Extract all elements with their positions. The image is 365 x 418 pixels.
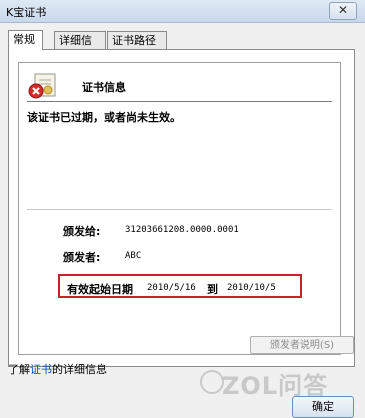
validity-to-label: 到	[207, 283, 218, 296]
learn-more-text: 了解证书的详细信息	[8, 361, 107, 377]
cert-info-heading: 证书信息	[82, 81, 126, 94]
issued-by-value: ABC	[125, 251, 142, 261]
issued-to-value: 31203661208.0000.0001	[125, 225, 239, 235]
cert-error-icon	[28, 73, 56, 99]
validity-label: 有效起始日期	[67, 283, 133, 296]
cert-info-box: 证书信息 该证书已过期，或者尚未生效。 颁发给: 31203661208.000…	[18, 62, 341, 355]
watermark-logo-icon	[200, 370, 224, 394]
valid-to-date: 2010/10/5	[227, 283, 276, 293]
tab-general[interactable]: 常规	[8, 30, 43, 50]
learn-more-suffix: 的详细信息	[52, 363, 107, 376]
title-bar: K宝证书 ✕	[0, 0, 365, 23]
issuer-statement-button[interactable]: 颁发者说明(S)	[250, 336, 354, 354]
cert-status-message: 该证书已过期，或者尚未生效。	[27, 111, 181, 124]
window-title: K宝证书	[6, 6, 47, 19]
tab-cert-path[interactable]: 证书路径	[107, 31, 167, 49]
issued-by-label: 颁发者:	[63, 251, 101, 264]
details-divider	[27, 209, 332, 210]
close-button[interactable]: ✕	[329, 2, 357, 20]
general-panel: 证书信息 该证书已过期，或者尚未生效。 颁发给: 31203661208.000…	[8, 49, 355, 367]
learn-more-link[interactable]: 证书	[30, 363, 52, 376]
issued-to-label: 颁发给:	[63, 225, 101, 238]
tab-details[interactable]: 详细信息	[54, 31, 106, 65]
ok-button[interactable]: 确定	[292, 396, 354, 418]
valid-from-date: 2010/5/16	[147, 283, 196, 293]
heading-divider	[27, 101, 332, 102]
learn-more-prefix: 了解	[8, 363, 30, 376]
